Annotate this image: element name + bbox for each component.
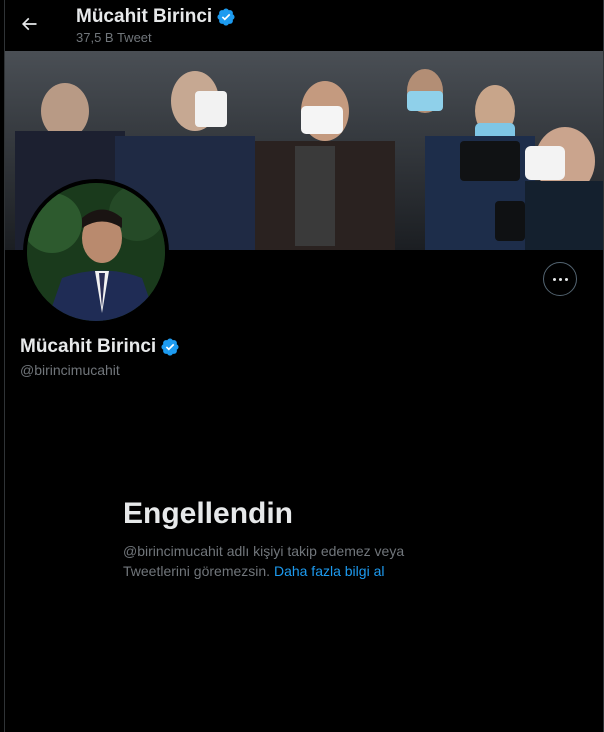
profile-name-row: Mücahit Birinci bbox=[20, 336, 180, 358]
more-horizontal-icon bbox=[552, 277, 556, 281]
arrow-left-icon bbox=[21, 17, 37, 31]
back-button[interactable] bbox=[19, 14, 43, 38]
profile-page: Mücahit Birinci 37,5 B Tweet Mücahit Bir… bbox=[4, 0, 604, 732]
profile-name: Mücahit Birinci bbox=[20, 336, 157, 357]
blocked-message: @birincimucahit adlı kişiyi takip edemez… bbox=[123, 541, 453, 581]
profile-handle: @birincimucahit bbox=[20, 362, 120, 378]
learn-more-link[interactable]: Daha fazla bilgi al bbox=[274, 563, 385, 579]
tweet-count: 37,5 B Tweet bbox=[76, 30, 152, 45]
profile-avatar[interactable] bbox=[23, 179, 169, 325]
header-text: Mücahit Birinci 37,5 B Tweet bbox=[76, 5, 236, 47]
verified-badge-icon bbox=[217, 8, 235, 26]
more-options-button[interactable] bbox=[543, 262, 577, 296]
top-bar: Mücahit Birinci 37,5 B Tweet bbox=[5, 0, 603, 52]
header-name: Mücahit Birinci bbox=[76, 6, 213, 27]
verified-badge-icon bbox=[161, 338, 179, 356]
blocked-title: Engellendin bbox=[123, 497, 294, 530]
header-name-row: Mücahit Birinci bbox=[76, 5, 236, 29]
